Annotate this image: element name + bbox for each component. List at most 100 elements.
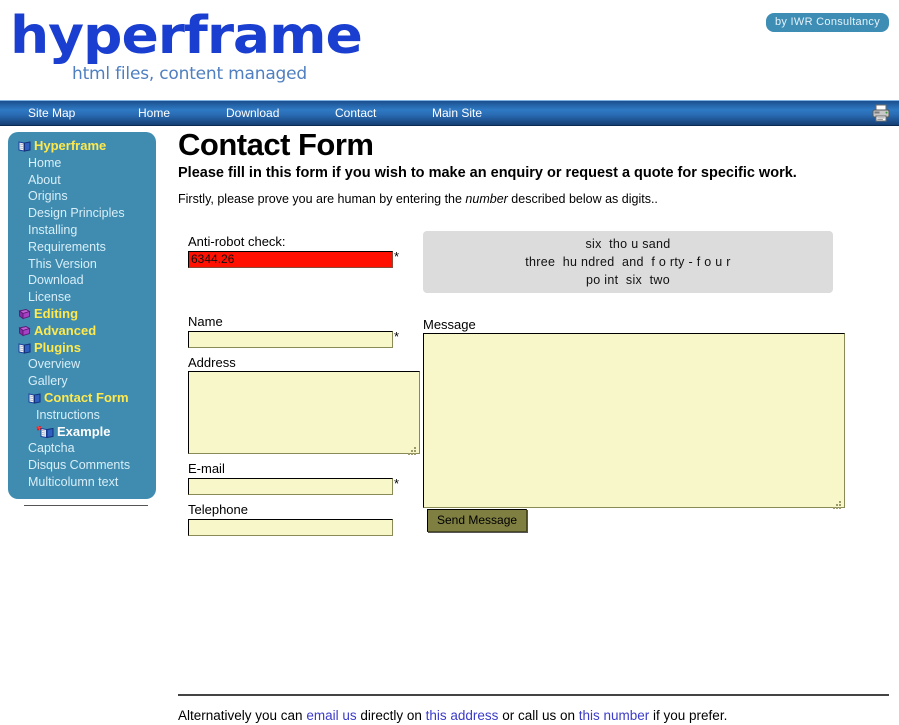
sidebar-item-editing[interactable]: Editing [8, 306, 156, 323]
antirobot-input[interactable] [188, 250, 393, 268]
intro-bold-text: Please fill in this form if you wish to … [178, 165, 797, 181]
sidebar-item-label: License [28, 290, 72, 305]
captcha-line-2: three hu ndred and f o rty - f o u r [525, 255, 731, 269]
sidebar-item-label: Disqus Comments [28, 458, 131, 473]
page-footer: Alternatively you can email us directly … [178, 694, 889, 725]
antirobot-label: Anti-robot check: [188, 234, 286, 249]
nav-item-site-map[interactable]: Site Map [28, 101, 75, 126]
sidebar-item-label: Installing [28, 222, 78, 237]
antirobot-required-mark: * [394, 249, 400, 264]
sidebar-item-label: Requirements [28, 239, 106, 254]
sidebar-item-download[interactable]: Download [8, 272, 156, 289]
email-input[interactable] [188, 477, 393, 495]
sidebar-item-label: Download [28, 273, 84, 288]
closed-book-icon [18, 325, 31, 337]
email-us-link[interactable]: email us [306, 708, 356, 723]
sidebar-item-plugins[interactable]: Plugins [8, 340, 156, 357]
sidebar-item-multicolumn-text[interactable]: Multicolumn text [8, 474, 156, 491]
sidebar-item-design-principles[interactable]: Design Principles [8, 205, 156, 222]
sidebar-item-label: Contact Form [44, 389, 129, 405]
nav-item-contact[interactable]: Contact [335, 101, 376, 126]
footer-post: if you prefer. [649, 708, 728, 723]
sidebar-item-this-version[interactable]: This Version [8, 256, 156, 273]
captcha-text-display: six tho u sand three hu ndred and f o rt… [423, 231, 833, 293]
sidebar-item-requirements[interactable]: Requirements [8, 239, 156, 256]
sidebar-item-installing[interactable]: Installing [8, 222, 156, 239]
name-label: Name [188, 314, 223, 329]
closed-book-icon [18, 308, 31, 320]
sidebar-item-overview[interactable]: Overview [8, 356, 156, 373]
sidebar-item-home[interactable]: Home [8, 155, 156, 172]
nav-item-home[interactable]: Home [138, 101, 170, 126]
message-field-group: Message [423, 317, 845, 513]
contact-form: Anti-robot check: * six tho u sand three… [178, 231, 889, 544]
sidebar-item-label: Example [57, 423, 111, 439]
telephone-input[interactable] [188, 518, 393, 536]
send-message-button[interactable]: Send Message [427, 509, 528, 532]
sidebar-item-label: Instructions [36, 407, 100, 422]
antirobot-field-group: Anti-robot check: * [188, 234, 399, 268]
open-book-icon [18, 342, 31, 354]
footer-text: Alternatively you can email us directly … [178, 707, 889, 725]
sidebar: Hyperframe Home About Origins Design Princip… [8, 132, 156, 506]
nav-item-main-site[interactable]: Main Site [432, 101, 482, 126]
intro-text-post: described below as digits.. [507, 192, 658, 206]
captcha-line-1: six tho u sand [585, 237, 671, 251]
sidebar-item-label: Overview [28, 357, 81, 372]
captcha-line-3: po int six two [586, 273, 670, 287]
main-content: Contact Form Please fill in this form if… [178, 126, 889, 544]
intro-text-pre: Firstly, please prove you are human by e… [178, 192, 466, 206]
sidebar-divider [24, 504, 148, 506]
address-textarea[interactable] [188, 371, 420, 454]
sidebar-item-contact-form[interactable]: Contact Form [8, 390, 156, 407]
this-address-link[interactable]: this address [426, 708, 499, 723]
name-required-mark: * [394, 329, 400, 344]
email-label: E-mail [188, 461, 225, 476]
sidebar-item-label: Editing [34, 305, 79, 321]
footer-mid-2: or call us on [498, 708, 579, 723]
printer-icon[interactable] [871, 104, 891, 123]
sidebar-item-instructions[interactable]: Instructions [8, 407, 156, 424]
intro-text-emphasis: number [465, 192, 508, 206]
page-title: Contact Form [178, 127, 374, 162]
footer-mid-1: directly on [356, 708, 426, 723]
address-field-group: Address [188, 355, 420, 459]
nav-list: Site Map Home Download Contact Main Site [0, 101, 899, 126]
sidebar-item-label: Origins [28, 189, 68, 204]
sidebar-item-example[interactable]: Example [8, 424, 156, 441]
sidebar-item-label: About [28, 172, 61, 187]
telephone-label: Telephone [188, 502, 248, 517]
sidebar-item-hyperframe[interactable]: Hyperframe [8, 138, 156, 155]
site-logo[interactable]: hyperframe html files, content managed [10, 8, 363, 84]
main-navigation: Site Map Home Download Contact Main Site [0, 100, 899, 126]
sidebar-panel: Hyperframe Home About Origins Design Princip… [8, 132, 156, 499]
iwr-consultancy-badge[interactable]: by IWR Consultancy [765, 13, 889, 32]
telephone-field-group: Telephone [188, 502, 393, 536]
sidebar-item-about[interactable]: About [8, 172, 156, 189]
sidebar-item-label: This Version [28, 256, 97, 271]
email-required-mark: * [394, 476, 400, 491]
new-book-icon [36, 425, 54, 438]
sidebar-item-disqus-comments[interactable]: Disqus Comments [8, 457, 156, 474]
sidebar-item-gallery[interactable]: Gallery [8, 373, 156, 390]
sidebar-item-label: Advanced [34, 322, 97, 338]
sidebar-item-label: Home [28, 155, 62, 170]
intro-text: Firstly, please prove you are human by e… [178, 191, 889, 208]
message-label: Message [423, 317, 476, 332]
this-number-link[interactable]: this number [579, 708, 650, 723]
footer-pre: Alternatively you can [178, 708, 307, 723]
logo-wordmark: hyperframe [10, 6, 363, 66]
sidebar-item-captcha[interactable]: Captcha [8, 440, 156, 457]
sidebar-item-advanced[interactable]: Advanced [8, 323, 156, 340]
nav-item-download[interactable]: Download [226, 101, 279, 126]
logo-tagline: html files, content managed [72, 64, 307, 84]
message-textarea[interactable] [423, 333, 845, 508]
name-input[interactable] [188, 330, 393, 348]
page-body: Hyperframe Home About Origins Design Princip… [0, 126, 899, 723]
sidebar-item-license[interactable]: License [8, 289, 156, 306]
sidebar-item-label: Design Principles [28, 206, 125, 221]
sidebar-item-origins[interactable]: Origins [8, 188, 156, 205]
site-header: hyperframe html files, content managed b… [0, 0, 899, 100]
address-label: Address [188, 355, 236, 370]
sidebar-item-label: Plugins [34, 339, 81, 355]
